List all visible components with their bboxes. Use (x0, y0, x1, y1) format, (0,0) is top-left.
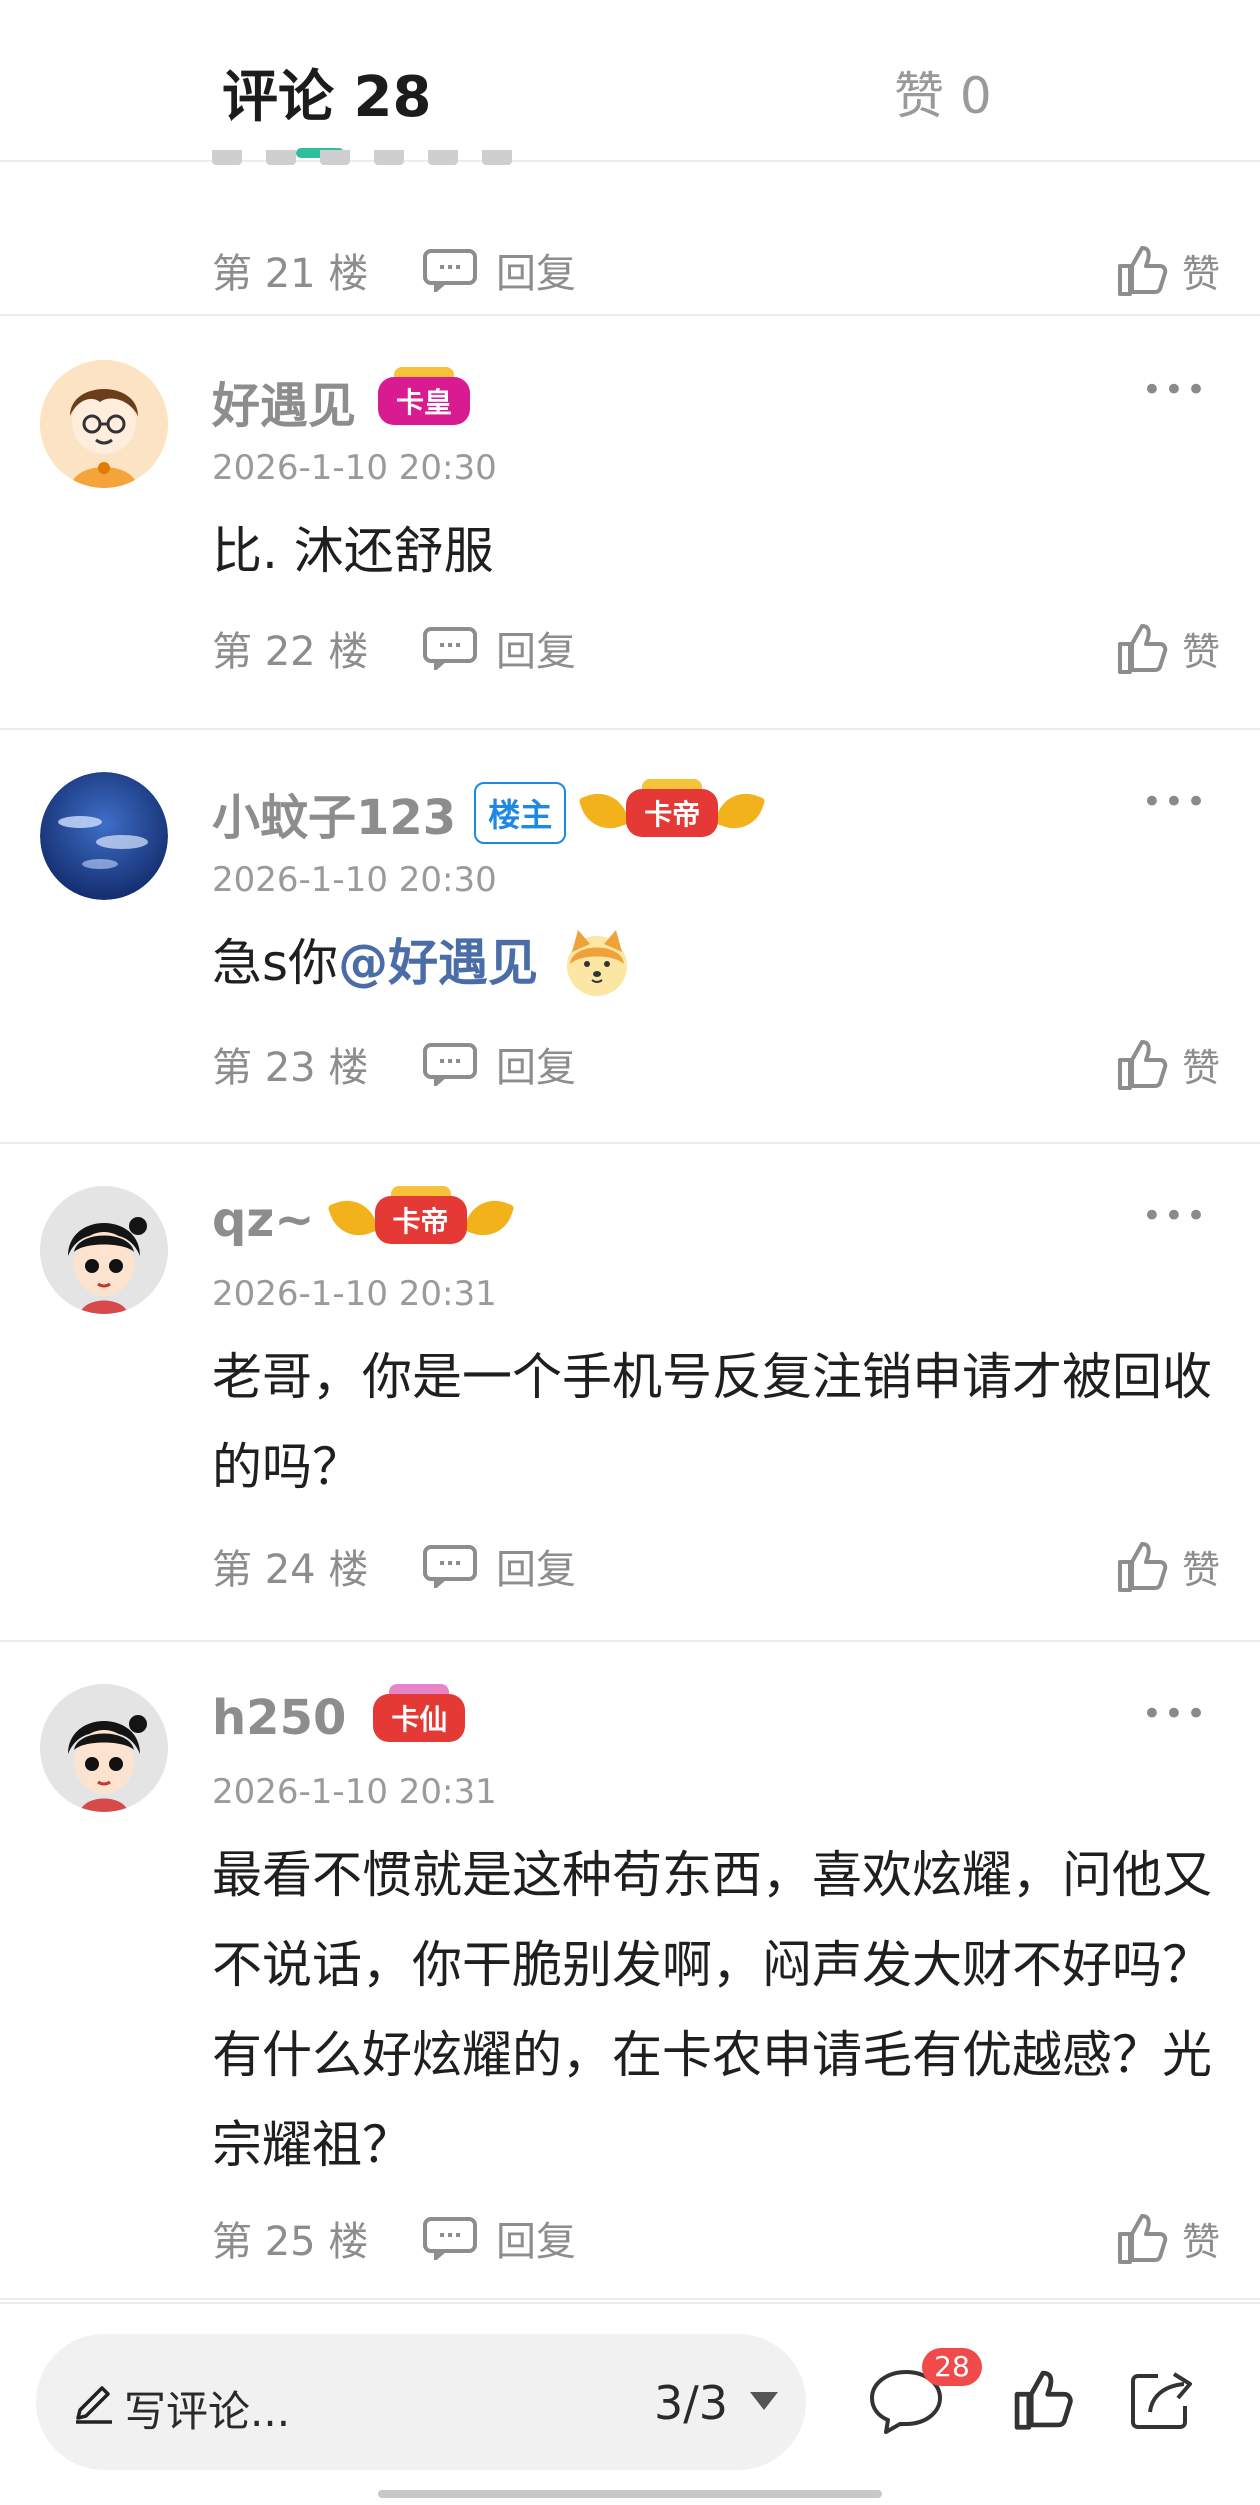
home-indicator[interactable] (378, 2490, 882, 2498)
reply-label: 回复 (496, 2219, 576, 2265)
like-button[interactable]: 赞 (1114, 2210, 1220, 2266)
post-footer: 第 22 楼 回复 赞 (212, 618, 1220, 678)
reply-button[interactable]: 回复 (422, 241, 576, 299)
reply-icon (423, 1545, 477, 1588)
avatar[interactable] (40, 1684, 168, 1812)
thumbs-up-icon (1117, 1040, 1168, 1090)
like-button[interactable]: 赞 (1114, 242, 1220, 298)
floor-number: 第 21 楼 (212, 251, 369, 297)
like-label: 赞 (1181, 629, 1220, 674)
comment-content: 最看不惯就是这种苟东西，喜欢炫耀，问他又不说话，你干脆别发啊，闷声发大财不好吗？… (212, 1846, 1212, 2174)
comment-post: h250 卡仙 ••• 2026-1-10 20:31 最看不惯就是这种苟东西，… (0, 1642, 1260, 2300)
level-badge: 卡帝 (326, 1186, 515, 1248)
thumbs-up-icon (1117, 624, 1168, 674)
timestamp: 2026-1-10 20:30 (212, 448, 497, 488)
comment-post: 小蚊子123 楼主 卡帝 ••• 2026-1-10 20:30 急s你 @好遇… (0, 730, 1260, 1144)
floor-number: 第 24 楼 (212, 1547, 369, 1593)
mention-link[interactable]: @好遇见 (338, 918, 538, 1008)
username[interactable]: 好遇见 (212, 366, 356, 436)
caret-down-icon[interactable] (750, 2392, 778, 2410)
pen-icon (76, 2386, 112, 2424)
more-options-icon[interactable]: ••• (1142, 1196, 1208, 1236)
like-label: 赞 (1181, 1547, 1220, 1592)
tab-likes[interactable]: 赞 0 (894, 56, 992, 128)
timestamp: 2026-1-10 20:31 (212, 1772, 497, 1812)
timestamp: 2026-1-10 20:30 (212, 860, 497, 900)
post-footer-21: 第 21 楼 回复 赞 (0, 200, 1260, 316)
like-label: 赞 (1181, 251, 1220, 296)
thumbs-up-icon[interactable] (1010, 2366, 1076, 2432)
post-footer: 第 25 楼 回复 赞 (212, 2208, 1220, 2268)
avatar[interactable] (40, 1186, 168, 1314)
content-text: 急s你 (212, 934, 339, 992)
post-footer: 第 24 楼 回复 赞 (212, 1536, 1220, 1596)
thumbs-up-icon (1117, 2214, 1168, 2264)
name-line: h250 卡仙 (212, 1684, 474, 1746)
comment-content: 老哥，你是一个手机号反复注销申请才被回收的吗？ (212, 1348, 1212, 1496)
floor-number: 第 25 楼 (212, 2219, 369, 2265)
reply-icon (423, 627, 477, 670)
avatar[interactable] (40, 772, 168, 900)
username[interactable]: h250 (212, 1690, 346, 1746)
name-line: 好遇见 卡皇 (212, 366, 474, 436)
page-indicator[interactable]: 3/3 (654, 2376, 728, 2430)
username[interactable]: qz~ (212, 1192, 315, 1248)
username[interactable]: 小蚊子123 (212, 778, 456, 848)
like-button[interactable]: 赞 (1114, 620, 1220, 676)
reply-label: 回复 (496, 251, 576, 297)
avatar[interactable] (40, 360, 168, 488)
reply-icon (423, 2217, 477, 2260)
reply-button[interactable]: 回复 (422, 619, 576, 677)
reply-button[interactable]: 回复 (422, 2209, 576, 2267)
floor-number: 第 23 楼 (212, 1045, 369, 1091)
more-options-icon[interactable]: ••• (1142, 1694, 1208, 1734)
reply-button[interactable]: 回复 (422, 1035, 576, 1093)
like-button[interactable]: 赞 (1114, 1538, 1220, 1594)
write-comment-placeholder: 写评论... (124, 2387, 291, 2436)
more-options-icon[interactable]: ••• (1142, 370, 1208, 410)
comment-content: 急s你 @好遇见 (212, 918, 1222, 1008)
floor-number: 第 22 楼 (212, 629, 369, 675)
name-line: qz~ 卡帝 (212, 1186, 515, 1248)
bottom-bar: 写评论... 3/3 28 (0, 2302, 1260, 2505)
comment-post: 好遇见 卡皇 ••• 2026-1-10 20:30 比. 沐还舒服 第 22 … (0, 318, 1260, 730)
comment-content: 比. 沐还舒服 (212, 522, 494, 580)
comment-header: 评论 28 赞 0 (0, 0, 1260, 165)
reply-icon (423, 249, 477, 292)
reply-label: 回复 (496, 1547, 576, 1593)
like-label: 赞 (1181, 2219, 1220, 2264)
reply-button[interactable]: 回复 (422, 1537, 576, 1595)
comment-post: qz~ 卡帝 ••• 2026-1-10 20:31 老哥，你是一个手机号反复注… (0, 1144, 1260, 1642)
reply-label: 回复 (496, 1045, 576, 1091)
like-label: 赞 (1181, 1045, 1220, 1090)
comment-count-badge: 28 (922, 2348, 982, 2386)
shiba-dog-emoji (562, 928, 632, 998)
host-badge: 楼主 (474, 782, 567, 844)
write-comment-input[interactable]: 写评论... 3/3 (36, 2334, 806, 2470)
level-badge: 卡帝 (578, 779, 766, 841)
like-button[interactable]: 赞 (1114, 1036, 1220, 1092)
name-line: 小蚊子123 楼主 卡帝 (212, 778, 766, 848)
reply-icon (423, 1043, 477, 1086)
more-options-icon[interactable]: ••• (1142, 782, 1208, 822)
level-badge: 卡皇 (374, 367, 474, 429)
level-badge: 卡仙 (364, 1684, 474, 1746)
thumbs-up-icon (1117, 246, 1168, 296)
thumbs-up-icon (1117, 1542, 1168, 1592)
reply-label: 回复 (496, 629, 576, 675)
clipped-previous-content (212, 150, 672, 166)
post-footer: 第 23 楼 回复 赞 (212, 1034, 1220, 1094)
timestamp: 2026-1-10 20:31 (212, 1274, 497, 1314)
share-icon[interactable] (1128, 2366, 1198, 2432)
tab-comments[interactable]: 评论 28 (222, 52, 431, 133)
